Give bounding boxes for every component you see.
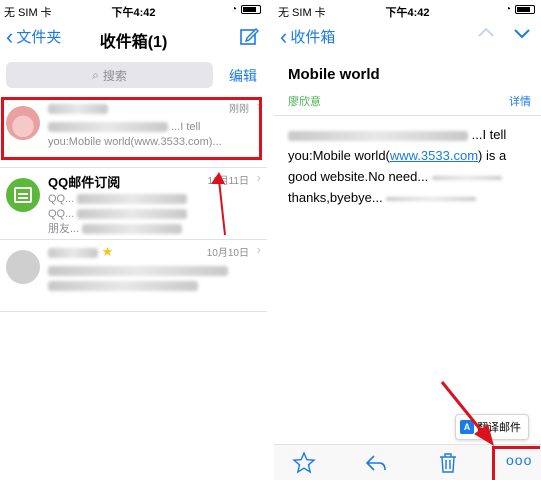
panel-divider — [267, 0, 274, 480]
mail-body: ...I tell you:Mobile world(www.3533.com)… — [288, 127, 507, 205]
mail-subject: Mobile world — [288, 66, 380, 83]
chevron-up-icon[interactable] — [477, 24, 495, 42]
email-date: 10月10日 — [206, 248, 249, 259]
chevron-right-icon: › — [256, 242, 261, 257]
edit-button[interactable]: 编辑 — [229, 66, 257, 86]
status-right-icons: ◔ — [505, 4, 535, 15]
search-input[interactable]: ⌕ 搜索 — [6, 62, 213, 88]
email-preview — [48, 264, 257, 294]
details-link[interactable]: 详情 — [509, 93, 531, 109]
mail-link[interactable]: www.3533.com — [390, 148, 478, 163]
email-sender: ★ — [48, 244, 113, 260]
status-right-icons: ◔ — [231, 4, 261, 15]
search-icon: ⌕ — [92, 67, 99, 82]
highlight-box-more — [492, 446, 540, 480]
avatar — [6, 250, 40, 284]
compose-icon[interactable] — [239, 26, 259, 46]
lock-rotation-icon: ◔ — [504, 4, 511, 15]
message-navigation — [477, 24, 531, 42]
qq-subscription-icon — [6, 178, 40, 212]
highlight-box-email — [1, 97, 262, 160]
reply-icon[interactable] — [364, 451, 388, 475]
email-row[interactable]: QQ邮件订阅 12月11日 › QQ... QQ... 朋友... — [0, 168, 267, 240]
battery-icon — [241, 5, 261, 14]
navigation-bar: ‹ 收件箱 — [274, 20, 541, 56]
battery-icon — [515, 5, 535, 14]
trash-icon[interactable] — [436, 451, 460, 475]
chevron-left-icon: ‹ — [280, 23, 288, 49]
page-title: 收件箱(1) — [99, 34, 168, 51]
email-sender: QQ邮件订阅 — [48, 175, 121, 190]
lock-rotation-icon: ◔ — [230, 4, 237, 15]
chevron-right-icon: › — [256, 170, 261, 185]
status-time: 下午4:42 — [385, 7, 430, 19]
email-preview: QQ... QQ... 朋友... — [48, 192, 257, 237]
status-time: 下午4:42 — [111, 7, 156, 19]
chevron-down-icon[interactable] — [513, 24, 531, 42]
search-row: ⌕ 搜索 编辑 — [0, 62, 267, 88]
mail-header: Mobile world 廖欣意 详情 — [274, 60, 541, 116]
mail-sender[interactable]: 廖欣意 — [288, 93, 321, 109]
status-bar: 无 SIM 卡 下午4:42 ◔ — [274, 0, 541, 20]
translate-icon: A — [460, 420, 474, 434]
search-placeholder: 搜索 — [102, 68, 127, 83]
email-row[interactable]: ★ 10月10日 › — [0, 240, 267, 312]
status-bar: 无 SIM 卡 下午4:42 ◔ — [0, 0, 267, 20]
mail-detail-panel: 无 SIM 卡 下午4:42 ◔ ‹ 收件箱 Mobile world 廖欣意 … — [274, 0, 541, 480]
inbox-panel: 无 SIM 卡 下午4:42 ◔ ‹ 文件夹 收件箱(1) ⌕ 搜索 编辑 刚刚… — [0, 0, 267, 480]
star-icon[interactable] — [292, 451, 316, 475]
navigation-bar: ‹ 文件夹 收件箱(1) — [0, 20, 267, 56]
translate-label: 翻译邮件 — [477, 422, 521, 434]
translate-mail-button[interactable]: A 翻译邮件 — [455, 414, 529, 440]
back-to-inbox-button[interactable]: ‹ 收件箱 — [280, 23, 336, 49]
email-date: 12月11日 — [207, 176, 249, 187]
back-label: 收件箱 — [290, 29, 336, 46]
